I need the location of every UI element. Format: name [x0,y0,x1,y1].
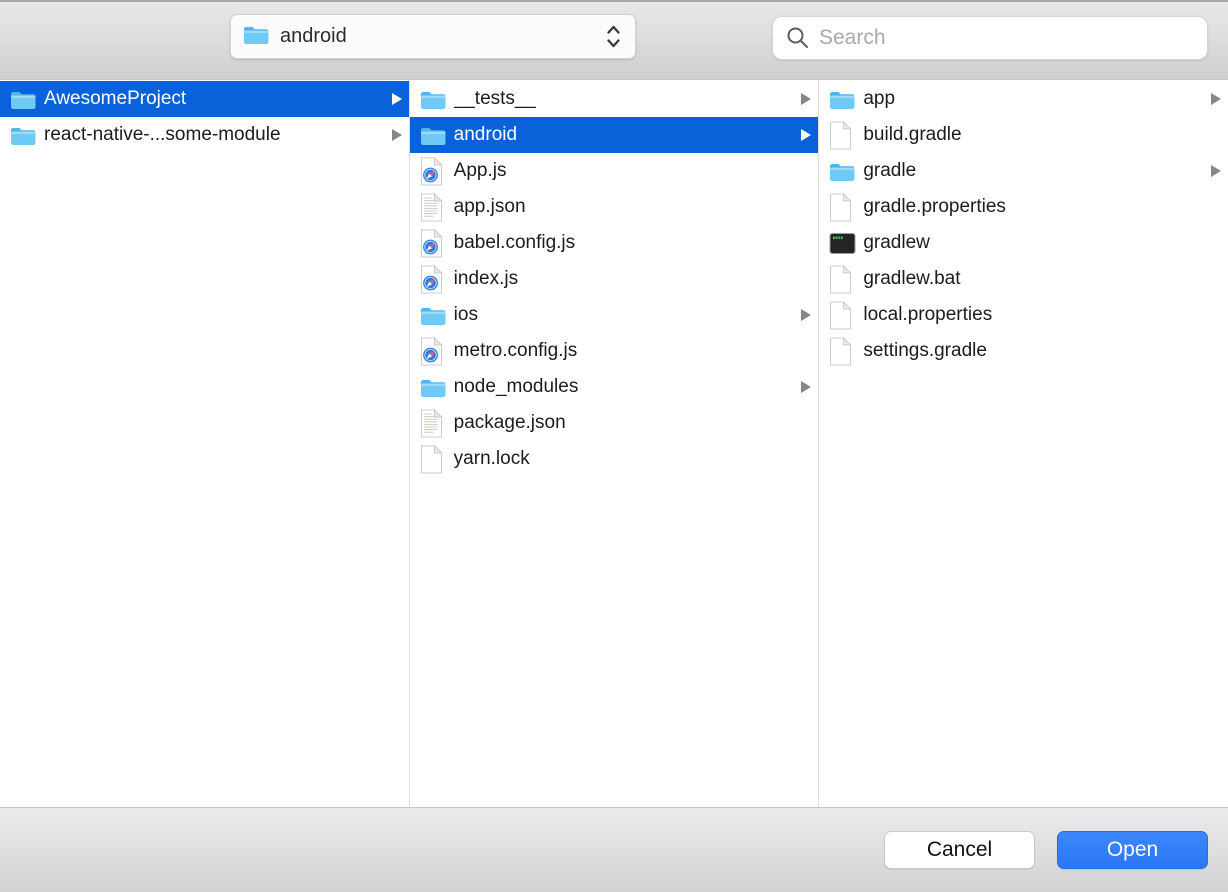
document-icon [829,121,863,150]
column-browser: AwesomeProject react-native-...some-modul… [0,80,1228,808]
file-row[interactable]: react-native-...some-module [0,117,409,153]
file-name: AwesomeProject [44,88,186,110]
js-file-icon [420,337,454,366]
location-dropdown[interactable]: android [230,14,636,59]
folder-icon [420,305,454,326]
file-name: app [863,88,895,110]
file-row[interactable]: gradlew.bat [819,261,1228,297]
folder-icon [829,89,863,110]
open-button[interactable]: Open [1057,831,1208,869]
file-name: package.json [454,412,566,434]
browser-column-3[interactable]: app build.gradle gradle gradle.properties gr… [819,80,1228,807]
document-icon [829,193,863,222]
file-row[interactable]: metro.config.js [410,333,819,369]
file-name: __tests__ [454,88,536,110]
folder-icon [420,377,454,398]
file-row[interactable]: settings.gradle [819,333,1228,369]
folder-icon [420,125,454,146]
chevron-right-icon [801,129,811,141]
document-icon [829,337,863,366]
footer-bar: Cancel Open [0,808,1228,892]
file-row[interactable]: node_modules [410,369,819,405]
file-row[interactable]: gradlew [819,225,1228,261]
file-name: react-native-...some-module [44,124,281,146]
search-input[interactable] [772,16,1208,60]
file-name: index.js [454,268,518,290]
document-icon [829,301,863,330]
chevron-right-icon [801,381,811,393]
file-name: gradlew.bat [863,268,960,290]
file-row[interactable]: local.properties [819,297,1228,333]
file-row[interactable]: index.js [410,261,819,297]
browser-column-2[interactable]: __tests__android App.js app.json babel.conf… [410,80,819,807]
file-row[interactable]: App.js [410,153,819,189]
chevron-right-icon [801,309,811,321]
js-file-icon [420,229,454,258]
document-icon [420,445,454,474]
folder-icon [243,24,270,50]
folder-icon [10,89,44,110]
file-name: android [454,124,517,146]
file-name: babel.config.js [454,232,575,254]
text-document-icon [420,193,454,222]
file-name: yarn.lock [454,448,530,470]
file-row[interactable]: __tests__ [410,81,819,117]
updown-chevrons-icon [606,23,621,50]
file-name: ios [454,304,478,326]
cancel-button[interactable]: Cancel [884,831,1035,869]
file-row[interactable]: babel.config.js [410,225,819,261]
file-name: app.json [454,196,526,218]
chevron-right-icon [392,129,402,141]
file-name: node_modules [454,376,579,398]
file-row[interactable]: package.json [410,405,819,441]
file-name: local.properties [863,304,992,326]
file-row[interactable]: gradle [819,153,1228,189]
file-row[interactable]: yarn.lock [410,441,819,477]
file-row[interactable]: app.json [410,189,819,225]
toolbar: android [0,0,1228,80]
folder-icon [829,161,863,182]
file-name: gradle [863,160,916,182]
file-row[interactable]: ios [410,297,819,333]
browser-column-1[interactable]: AwesomeProject react-native-...some-modul… [0,80,409,807]
file-name: App.js [454,160,507,182]
js-file-icon [420,265,454,294]
file-row[interactable]: build.gradle [819,117,1228,153]
file-name: gradlew [863,232,930,254]
file-row[interactable]: app [819,81,1228,117]
location-label: android [280,25,347,48]
file-name: settings.gradle [863,340,987,362]
js-file-icon [420,157,454,186]
file-name: build.gradle [863,124,961,146]
file-name: gradle.properties [863,196,1006,218]
chevron-right-icon [801,93,811,105]
file-row[interactable]: AwesomeProject [0,81,409,117]
chevron-right-icon [1211,165,1221,177]
text-document-icon [420,409,454,438]
chevron-right-icon [392,93,402,105]
open-file-dialog: android AwesomeProject react-native-...so… [0,0,1228,892]
executable-script-icon [829,232,863,255]
file-row[interactable]: gradle.properties [819,189,1228,225]
chevron-right-icon [1211,93,1221,105]
file-row[interactable]: android [410,117,819,153]
folder-icon [10,125,44,146]
file-name: metro.config.js [454,340,578,362]
search-field [772,16,1208,60]
document-icon [829,265,863,294]
folder-icon [420,89,454,110]
